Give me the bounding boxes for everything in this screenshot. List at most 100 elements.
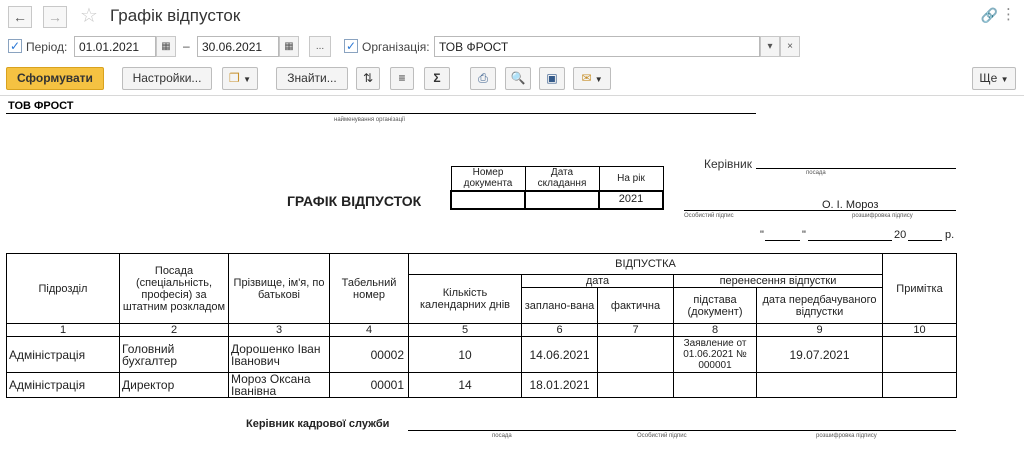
hr-head-sign-line: [408, 430, 956, 431]
table-row: Адміністрація Головний бухгалтер Дорошен…: [6, 336, 957, 373]
favorite-star-icon[interactable]: ☆: [80, 3, 98, 28]
organization-clear-button[interactable]: ×: [780, 36, 800, 57]
check-icon: ✓: [9, 39, 21, 53]
row-name[interactable]: Дорошенко Іван Іванович: [228, 336, 330, 373]
send-email-button[interactable]: ✉ ▼: [573, 67, 611, 90]
row-actual-date[interactable]: [597, 372, 674, 398]
col-tab-number-header: Табельний номер: [329, 253, 409, 324]
head-position-line: [756, 168, 956, 169]
column-numbers-row: 1 2 3 4 5 6 7 8 9 10: [6, 323, 957, 337]
date-separator: –: [183, 39, 190, 53]
preview-button[interactable]: 🔍: [505, 67, 531, 90]
row-basis[interactable]: Заявление от 01.06.2021 № 000001: [673, 336, 757, 373]
print-button[interactable]: ⎙: [470, 67, 496, 90]
column-number: 9: [756, 323, 883, 337]
expand-groups-icon: ≡: [398, 71, 406, 85]
row-actual-date[interactable]: [597, 336, 674, 373]
year-prefix: 20: [894, 229, 907, 241]
col-position-header: Посада (спеціальність, професія) за штат…: [119, 253, 229, 324]
row-days[interactable]: 10: [408, 336, 522, 373]
row-planned-date[interactable]: 14.06.2021: [521, 336, 598, 373]
column-number: 7: [597, 323, 674, 337]
column-number: 4: [329, 323, 409, 337]
column-number: 5: [408, 323, 522, 337]
variants-icon: ❐: [228, 71, 240, 85]
col-note-header: Примітка: [882, 253, 957, 324]
settings-button[interactable]: Настройки...: [122, 67, 212, 90]
head-position-caption: посада: [806, 170, 826, 176]
date-quote-open: ": [760, 229, 764, 241]
row-name[interactable]: Мороз Оксана Іванівна: [228, 372, 330, 398]
col-vacation-header: ВІДПУСТКА: [408, 253, 883, 275]
personal-sign-caption: Особистий підпис: [684, 213, 734, 219]
ellipsis-label: ...: [315, 41, 325, 52]
column-number: 2: [119, 323, 229, 337]
column-number: 10: [882, 323, 957, 337]
row-planned-date[interactable]: 18.01.2021: [521, 372, 598, 398]
report-document[interactable]: ТОВ ФРОСТ найменування організації ГРАФІ…: [0, 96, 1024, 464]
page-title: Графік відпусток: [110, 6, 241, 25]
row-note[interactable]: [882, 372, 957, 398]
link-icon[interactable]: 🔗: [981, 7, 998, 24]
date-quote-close: ": [802, 229, 806, 241]
row-note[interactable]: [882, 336, 957, 373]
report-title: ГРАФІК ВІДПУСТОК: [287, 193, 422, 209]
collapse-groups-icon: ⇅: [362, 71, 374, 85]
more-label: Ще: [979, 71, 998, 85]
col-date-header: дата: [521, 274, 674, 288]
row-expected-date[interactable]: [756, 372, 883, 398]
title-bar: ← → ☆ Графік відпусток 🔗 ⋮: [0, 0, 1024, 34]
head-label: Керівник: [704, 157, 752, 171]
col-expected-date-header: дата передбачуваного відпустки: [756, 287, 883, 324]
organization-dropdown-button[interactable]: ▾: [760, 36, 780, 57]
back-button[interactable]: ←: [8, 6, 32, 28]
save-button[interactable]: ▣: [539, 67, 565, 90]
organization-input[interactable]: [434, 36, 760, 57]
footer-position-caption: посада: [492, 433, 512, 439]
organization-name: ТОВ ФРОСТ: [8, 100, 74, 112]
forward-button[interactable]: →: [43, 6, 67, 28]
calendar-icon: ▦: [284, 41, 294, 52]
organization-label: Організація:: [362, 40, 430, 54]
sigma-icon: Σ: [433, 71, 441, 85]
period-select-button[interactable]: ...: [309, 36, 331, 57]
find-button[interactable]: Знайти...: [276, 67, 348, 90]
date-from-input[interactable]: [74, 36, 156, 57]
more-vertical-icon[interactable]: ⋮: [1001, 5, 1016, 23]
row-position[interactable]: Директор: [119, 372, 229, 398]
organization-checkbox[interactable]: ✓: [344, 39, 358, 53]
row-position[interactable]: Головний бухгалтер: [119, 336, 229, 373]
more-menu-button[interactable]: Ще ▼: [972, 67, 1016, 90]
row-expected-date[interactable]: 19.07.2021: [756, 336, 883, 373]
year-header: На рік: [598, 166, 664, 191]
chevron-down-icon: ▼: [594, 75, 603, 84]
chevron-down-icon: ▾: [767, 41, 773, 52]
year-value: 2021: [598, 189, 664, 210]
row-days[interactable]: 14: [408, 372, 522, 398]
chevron-down-icon: ▼: [1000, 75, 1009, 84]
decode-caption: розшифровка підпису: [852, 213, 913, 219]
date-from-calendar-button[interactable]: ▦: [156, 36, 176, 57]
period-checkbox[interactable]: ✓: [8, 39, 22, 53]
row-basis[interactable]: [673, 372, 757, 398]
generate-button[interactable]: Сформувати: [6, 67, 104, 90]
collapse-groups-button[interactable]: ⇅: [356, 67, 380, 90]
row-tab-number[interactable]: 00002: [329, 336, 409, 373]
date-to-input[interactable]: [197, 36, 279, 57]
variants-button[interactable]: ❐ ▼: [222, 67, 258, 90]
row-tab-number[interactable]: 00001: [329, 372, 409, 398]
date-year-line: [908, 240, 942, 241]
expand-groups-button[interactable]: ≡: [390, 67, 414, 90]
organization-underline: [6, 113, 756, 114]
doc-date-value: [524, 189, 600, 210]
footer-decode-caption: розшифровка підпису: [816, 433, 877, 439]
organization-caption: найменування організації: [334, 117, 406, 123]
sum-button[interactable]: Σ: [424, 67, 450, 90]
calendar-icon: ▦: [161, 41, 171, 52]
arrow-right-icon: →: [48, 9, 62, 25]
date-to-calendar-button[interactable]: ▦: [279, 36, 299, 57]
document-info-table: Номер документа Дата складання На рік 20…: [450, 166, 664, 210]
row-department[interactable]: Адміністрація: [6, 372, 120, 398]
row-department[interactable]: Адміністрація: [6, 336, 120, 373]
preview-icon: 🔍: [510, 71, 526, 85]
